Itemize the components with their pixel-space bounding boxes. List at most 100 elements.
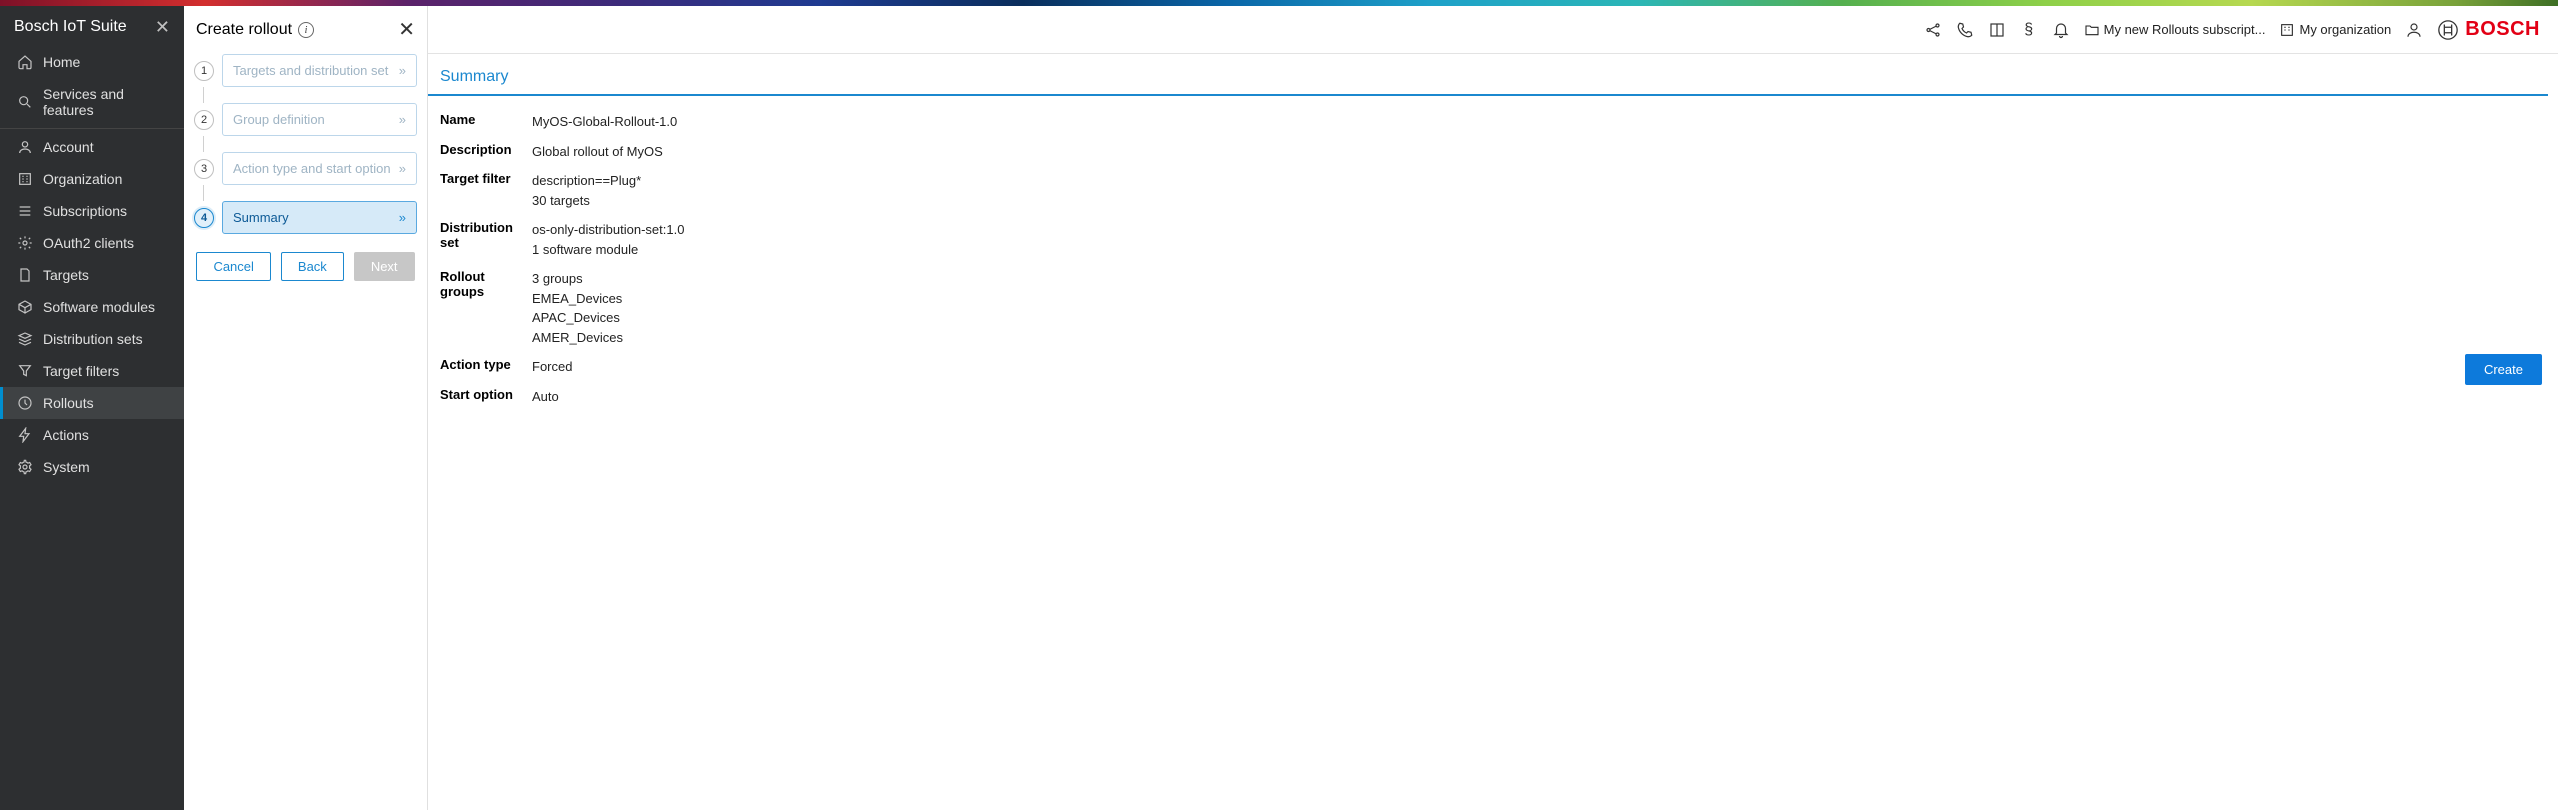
- next-button: Next: [354, 252, 415, 281]
- field-value: Forced: [532, 357, 572, 377]
- stack-icon: [17, 331, 33, 347]
- wizard-title: Create rollout i: [196, 21, 314, 39]
- step-2[interactable]: 2 Group definition »: [194, 103, 417, 136]
- user-menu-icon[interactable]: [2405, 21, 2423, 39]
- user-icon: [17, 139, 33, 155]
- sidebar-item-distribution-sets[interactable]: Distribution sets: [0, 323, 184, 355]
- legal-icon[interactable]: §: [2020, 21, 2038, 39]
- wizard-title-text: Create rollout: [196, 21, 292, 39]
- content-panel: § My new Rollouts subscript... My organi…: [428, 6, 2558, 810]
- sidebar-item-organization[interactable]: Organization: [0, 163, 184, 195]
- step-1[interactable]: 1 Targets and distribution set »: [194, 54, 417, 87]
- step-3[interactable]: 3 Action type and start option »: [194, 152, 417, 185]
- step-button[interactable]: Group definition »: [222, 103, 417, 136]
- sidebar-item-system[interactable]: System: [0, 451, 184, 483]
- sidebar-item-software-modules[interactable]: Software modules: [0, 291, 184, 323]
- sidebar-item-oauth2[interactable]: OAuth2 clients: [0, 227, 184, 259]
- field-label: Action type: [440, 357, 532, 377]
- book-icon[interactable]: [1988, 21, 2006, 39]
- sidebar: Bosch IoT Suite ✕ Home Services and feat…: [0, 6, 184, 810]
- sidebar-item-actions[interactable]: Actions: [0, 419, 184, 451]
- group-item: APAC_Devices: [532, 308, 623, 328]
- package-icon: [17, 299, 33, 315]
- summary-body: Name MyOS-Global-Rollout-1.0 Description…: [428, 96, 2558, 432]
- search-icon: [17, 94, 33, 110]
- folder-icon: [2084, 22, 2100, 38]
- sidebar-item-label: System: [43, 459, 90, 475]
- field-name: Name MyOS-Global-Rollout-1.0: [440, 112, 2546, 132]
- bosch-mark-icon: [2437, 19, 2459, 41]
- step-button[interactable]: Targets and distribution set »: [222, 54, 417, 87]
- bell-icon[interactable]: [2052, 21, 2070, 39]
- step-button[interactable]: Summary »: [222, 201, 417, 234]
- step-label: Action type and start option: [233, 161, 391, 176]
- wizard-steps: 1 Targets and distribution set » 2 Group…: [194, 54, 417, 234]
- sidebar-item-target-filters[interactable]: Target filters: [0, 355, 184, 387]
- field-label: Description: [440, 142, 532, 162]
- step-number: 1: [194, 61, 214, 81]
- sidebar-item-label: Software modules: [43, 299, 155, 315]
- chevron-right-icon: »: [399, 210, 406, 225]
- bosch-wordmark: BOSCH: [2465, 18, 2540, 41]
- step-number: 4: [194, 208, 214, 228]
- sidebar-item-label: Actions: [43, 427, 89, 443]
- summary-header: Summary: [428, 54, 2548, 96]
- field-label: Name: [440, 112, 532, 132]
- gear-icon: [17, 235, 33, 251]
- field-description: Description Global rollout of MyOS: [440, 142, 2546, 162]
- group-item: AMER_Devices: [532, 328, 623, 348]
- step-4[interactable]: 4 Summary »: [194, 201, 417, 234]
- topbar: § My new Rollouts subscript... My organi…: [428, 6, 2558, 54]
- create-button[interactable]: Create: [2465, 354, 2542, 385]
- share-icon[interactable]: [1924, 21, 1942, 39]
- home-icon: [17, 54, 33, 70]
- subscription-selector[interactable]: My new Rollouts subscript...: [2084, 22, 2266, 38]
- sidebar-item-targets[interactable]: Targets: [0, 259, 184, 291]
- divider: [0, 128, 184, 129]
- step-connector: [203, 185, 204, 201]
- field-value: description==Plug*: [532, 171, 641, 191]
- file-icon: [17, 267, 33, 283]
- app-title: Bosch IoT Suite: [14, 18, 127, 36]
- cancel-button[interactable]: Cancel: [196, 252, 270, 281]
- sidebar-item-label: Subscriptions: [43, 203, 127, 219]
- organization-selector[interactable]: My organization: [2279, 22, 2391, 38]
- building-icon: [17, 171, 33, 187]
- step-number: 2: [194, 110, 214, 130]
- step-connector: [203, 136, 204, 152]
- organization-name: My organization: [2299, 22, 2391, 37]
- field-subvalue: 1 software module: [532, 240, 684, 260]
- step-label: Group definition: [233, 112, 325, 127]
- field-value: 3 groups: [532, 269, 623, 289]
- sidebar-item-services[interactable]: Services and features: [0, 78, 184, 126]
- sidebar-header: Bosch IoT Suite ✕: [0, 6, 184, 46]
- field-label: Distribution set: [440, 220, 532, 259]
- field-subvalue: 30 targets: [532, 191, 641, 211]
- step-connector: [203, 87, 204, 103]
- sidebar-item-label: OAuth2 clients: [43, 235, 134, 251]
- sidebar-item-account[interactable]: Account: [0, 131, 184, 163]
- chevron-right-icon: »: [399, 161, 406, 176]
- field-target-filter: Target filter description==Plug* 30 targ…: [440, 171, 2546, 210]
- step-button[interactable]: Action type and start option »: [222, 152, 417, 185]
- sidebar-item-label: Rollouts: [43, 395, 94, 411]
- field-value: os-only-distribution-set:1.0: [532, 220, 684, 240]
- lightning-icon: [17, 427, 33, 443]
- phone-icon[interactable]: [1956, 21, 1974, 39]
- step-label: Summary: [233, 210, 289, 225]
- sidebar-item-rollouts[interactable]: Rollouts: [0, 387, 184, 419]
- close-sidebar-icon[interactable]: ✕: [155, 18, 170, 36]
- summary-title: Summary: [440, 68, 2536, 86]
- sidebar-item-home[interactable]: Home: [0, 46, 184, 78]
- subscription-name: My new Rollouts subscript...: [2104, 22, 2266, 37]
- info-icon[interactable]: i: [298, 22, 314, 38]
- wizard-actions: Cancel Back Next: [194, 252, 417, 281]
- field-label: Rollout groups: [440, 269, 532, 347]
- close-wizard-icon[interactable]: ✕: [398, 20, 415, 40]
- field-distribution-set: Distribution set os-only-distribution-se…: [440, 220, 2546, 259]
- wizard-panel: Create rollout i ✕ 1 Targets and distrib…: [184, 6, 428, 810]
- sidebar-item-label: Services and features: [43, 86, 170, 118]
- back-button[interactable]: Back: [281, 252, 344, 281]
- sidebar-item-subscriptions[interactable]: Subscriptions: [0, 195, 184, 227]
- sidebar-item-label: Home: [43, 54, 80, 70]
